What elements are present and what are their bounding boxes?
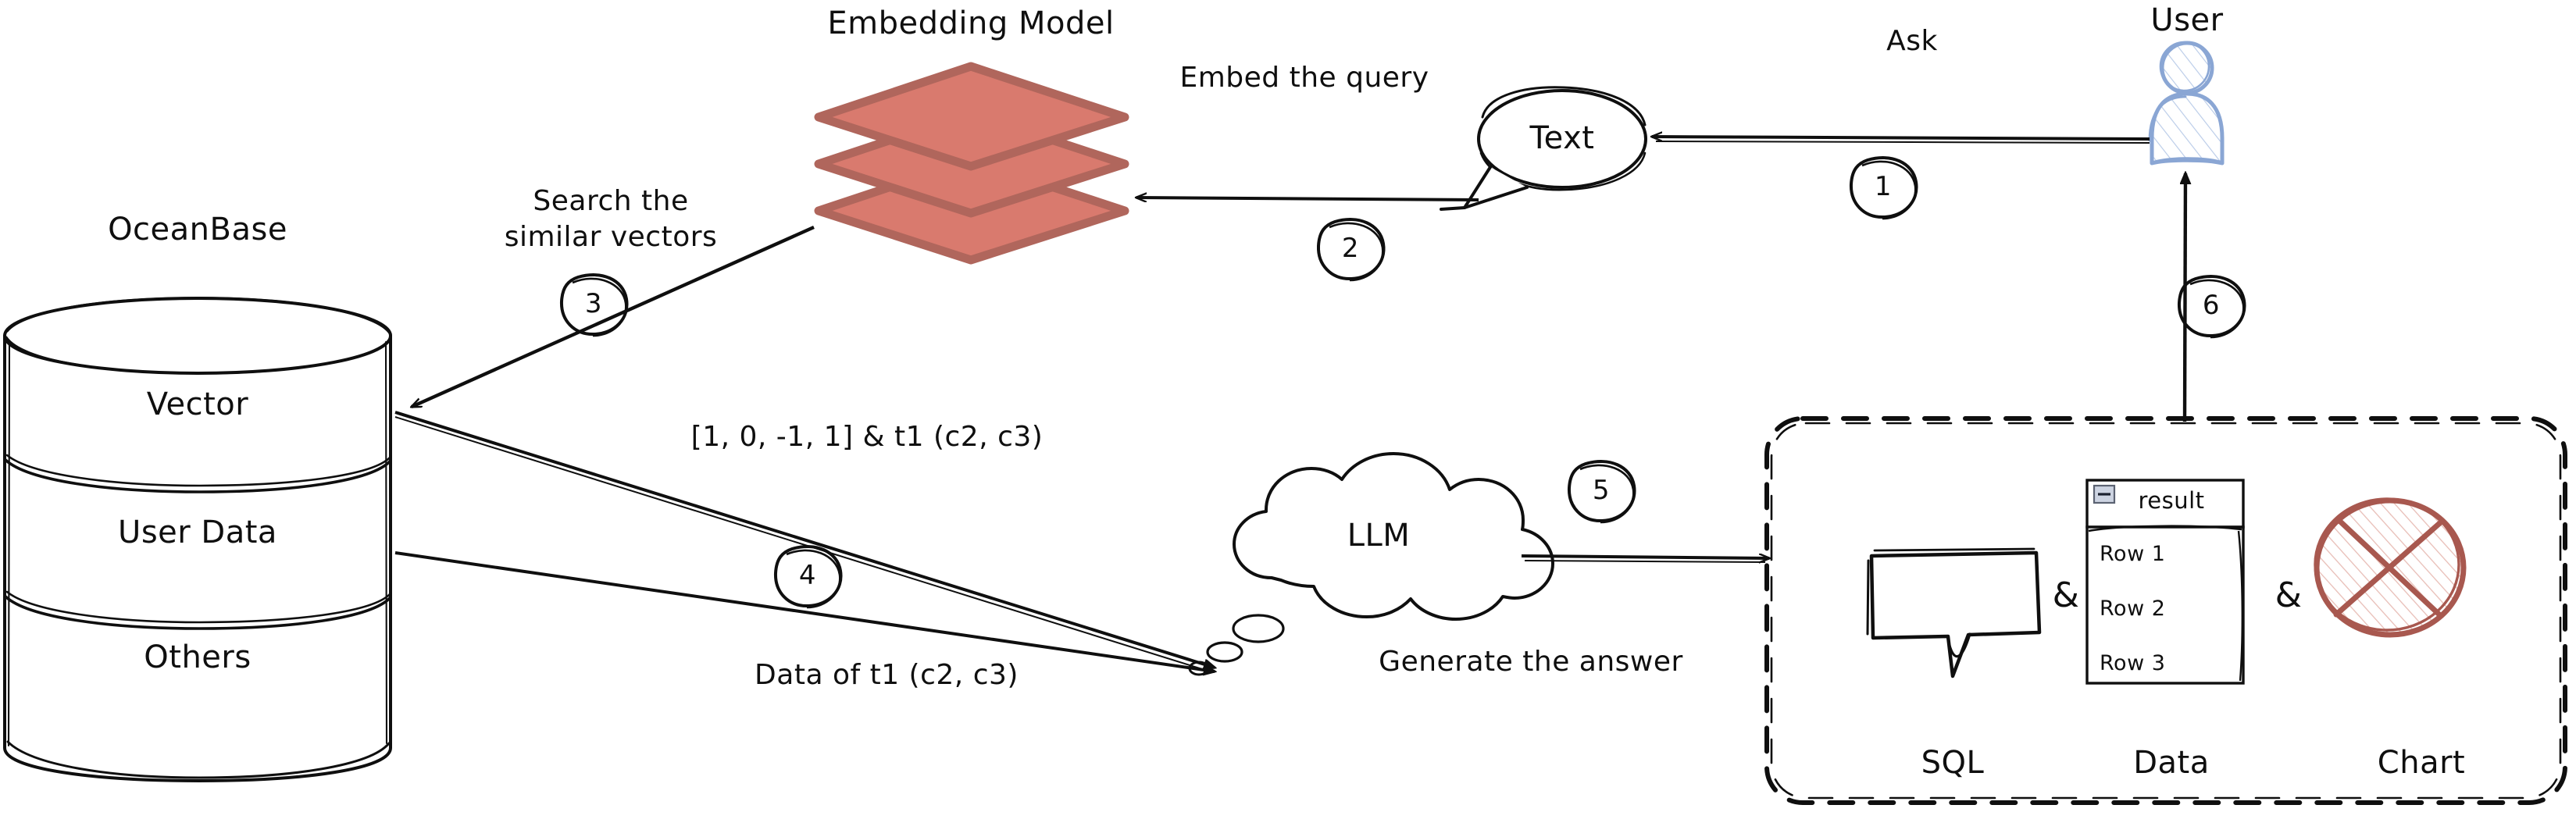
text-bubble-label: Text — [1529, 120, 1595, 156]
step-number-6: 6 — [2202, 290, 2221, 321]
embedding-model-layers — [814, 62, 1129, 265]
separator-ampersand-2: & — [2275, 575, 2303, 615]
edge-label-search-similar-vectors-line1: Search the — [533, 185, 689, 217]
step-number-4: 4 — [798, 560, 817, 591]
oceanbase-section-vector: Vector — [146, 386, 249, 422]
separator-ampersand-1: & — [2052, 575, 2080, 615]
step-number-5: 5 — [1592, 475, 1611, 506]
edge-label-data-of-t1: Data of t1 (c2, c3) — [755, 659, 1019, 691]
output-item-label-chart: Chart — [2377, 745, 2466, 781]
output-item-label-sql: SQL — [1921, 745, 1985, 781]
llm-thought-cloud — [1188, 452, 1554, 676]
user-person-icon — [2148, 41, 2225, 166]
oceanbase-section-others: Others — [144, 639, 252, 675]
arrow-embed-query — [1136, 198, 1479, 200]
output-item-label-data: Data — [2133, 745, 2210, 781]
edge-label-generate-the-answer: Generate the answer — [1379, 646, 1683, 678]
user-label: User — [2150, 2, 2224, 38]
result-table-row-1: Row 1 — [2100, 542, 2166, 566]
edge-label-search-similar-vectors-line2: similar vectors — [504, 221, 718, 253]
embedding-model-title: Embedding Model — [827, 5, 1115, 41]
edge-label-vector-and-table: [1, 0, -1, 1] & t1 (c2, c3) — [690, 421, 1044, 453]
arrow-search-similar-vectors — [412, 225, 815, 409]
result-table-row-2: Row 2 — [2100, 597, 2166, 621]
arrow-generate-answer — [1521, 556, 1769, 562]
step-number-3: 3 — [584, 288, 603, 319]
diagram-canvas: OceanBase Vector User Data Others Embedd… — [0, 0, 2576, 837]
result-table-row-3: Row 3 — [2100, 651, 2166, 675]
oceanbase-section-user-data: User Data — [118, 515, 277, 550]
sql-speech-bubble-icon — [1866, 547, 2042, 679]
pie-chart-icon — [2314, 497, 2467, 638]
step-number-2: 2 — [1341, 233, 1360, 264]
diagram-svg — [3, 41, 2567, 805]
step-number-1: 1 — [1874, 171, 1893, 202]
oceanbase-title: OceanBase — [108, 212, 287, 248]
arrow-ask-user-to-text — [1652, 137, 2150, 144]
edge-label-ask: Ask — [1886, 25, 1938, 57]
llm-label: LLM — [1347, 518, 1411, 554]
result-table-title: result — [2138, 487, 2205, 514]
edge-label-embed-the-query: Embed the query — [1179, 62, 1429, 94]
